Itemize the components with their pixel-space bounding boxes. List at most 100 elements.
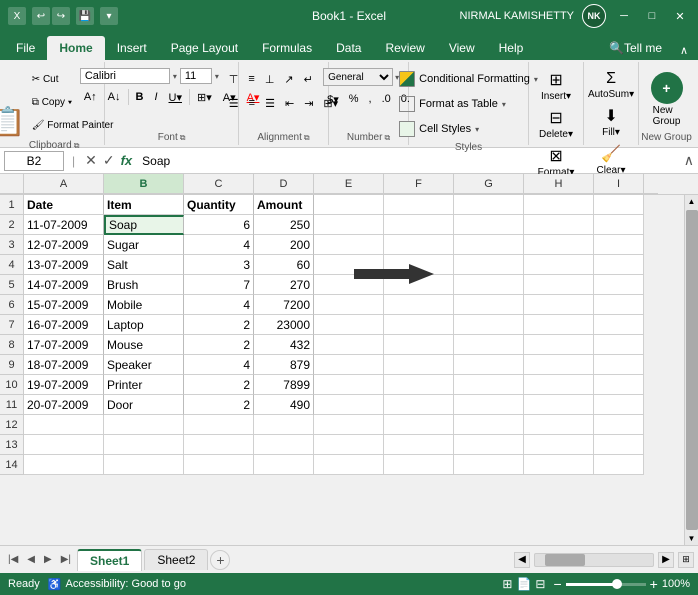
cell-I14[interactable] — [594, 455, 644, 475]
ribbon-collapse[interactable]: ∧ — [674, 40, 694, 60]
hscroll-right-button[interactable]: ▶ — [658, 552, 674, 568]
cell-A8[interactable]: 17-07-2009 — [24, 335, 104, 355]
cell-E7[interactable] — [314, 315, 384, 335]
cell-F5[interactable] — [384, 275, 454, 295]
cell-H1[interactable] — [524, 195, 594, 215]
cell-I3[interactable] — [594, 235, 644, 255]
cell-C2[interactable]: 6 — [184, 215, 254, 235]
fill-button[interactable]: ⬇ Fill▾ — [593, 104, 629, 140]
add-sheet-button[interactable]: + — [210, 550, 230, 570]
font-name-dropdown[interactable]: ▾ — [173, 72, 177, 81]
tab-data[interactable]: Data — [324, 36, 373, 60]
cell-C9[interactable]: 4 — [184, 355, 254, 375]
excel-icon[interactable]: X — [8, 7, 26, 25]
cell-C13[interactable] — [184, 435, 254, 455]
cell-C8[interactable]: 2 — [184, 335, 254, 355]
cell-B9[interactable]: Speaker — [104, 355, 184, 375]
cell-B11[interactable]: Door — [104, 395, 184, 415]
tab-file[interactable]: File — [4, 36, 47, 60]
scroll-up-button[interactable]: ▲ — [686, 195, 698, 208]
cell-D7[interactable]: 23000 — [254, 315, 314, 335]
cell-D10[interactable]: 7899 — [254, 375, 314, 395]
delete-cells-button[interactable]: ⊟ Delete▾ — [535, 106, 577, 142]
cell-D5[interactable]: 270 — [254, 275, 314, 295]
cell-B5[interactable]: Brush — [104, 275, 184, 295]
cell-F4[interactable] — [384, 255, 454, 275]
sheet-tab-sheet1[interactable]: Sheet1 — [77, 549, 142, 571]
cell-A10[interactable]: 19-07-2009 — [24, 375, 104, 395]
cell-F7[interactable] — [384, 315, 454, 335]
cell-G3[interactable] — [454, 235, 524, 255]
page-layout-button[interactable]: 📄 — [516, 577, 531, 591]
row-header-4[interactable]: 4 — [0, 255, 24, 275]
close-button[interactable]: ✕ — [670, 6, 690, 26]
cell-H2[interactable] — [524, 215, 594, 235]
confirm-formula-icon[interactable]: ✓ — [101, 152, 117, 169]
cell-B3[interactable]: Sugar — [104, 235, 184, 255]
italic-button[interactable]: I — [150, 86, 161, 108]
cell-styles-button[interactable]: Cell Styles ▾ — [393, 118, 485, 140]
cell-F10[interactable] — [384, 375, 454, 395]
border-button[interactable]: ⊞▾ — [193, 86, 216, 108]
autosum-button[interactable]: Σ AutoSum▾ — [584, 68, 638, 102]
corner-cell[interactable] — [0, 174, 24, 194]
cell-A14[interactable] — [24, 455, 104, 475]
cell-G7[interactable] — [454, 315, 524, 335]
cell-A12[interactable] — [24, 415, 104, 435]
cell-C1[interactable]: Quantity — [184, 195, 254, 215]
grid-scroll[interactable]: 1DateItemQuantityAmount211-07-2009Soap62… — [0, 195, 684, 545]
undo-button[interactable]: ↩ — [32, 7, 50, 25]
cell-A2[interactable]: 11-07-2009 — [24, 215, 104, 235]
col-header-I[interactable]: I — [594, 174, 644, 194]
cell-C4[interactable]: 3 — [184, 255, 254, 275]
cell-I11[interactable] — [594, 395, 644, 415]
cell-E9[interactable] — [314, 355, 384, 375]
row-header-10[interactable]: 10 — [0, 375, 24, 395]
number-format-select[interactable]: General — [323, 68, 393, 86]
cancel-formula-icon[interactable]: ✕ — [83, 152, 99, 169]
cell-F3[interactable] — [384, 235, 454, 255]
cell-I2[interactable] — [594, 215, 644, 235]
row-header-8[interactable]: 8 — [0, 335, 24, 355]
cell-D11[interactable]: 490 — [254, 395, 314, 415]
cell-B13[interactable] — [104, 435, 184, 455]
quick-access-save[interactable]: 💾 — [76, 7, 94, 25]
col-header-F[interactable]: F — [384, 174, 454, 194]
zoom-slider-thumb[interactable] — [612, 579, 622, 589]
cell-D2[interactable]: 250 — [254, 215, 314, 235]
conditional-formatting-button[interactable]: Conditional Formatting ▾ — [393, 68, 544, 90]
sheet-prev-button[interactable]: ◀ — [23, 552, 39, 567]
cell-C14[interactable] — [184, 455, 254, 475]
cell-D14[interactable] — [254, 455, 314, 475]
wrap-text-button[interactable]: ↵ — [300, 68, 317, 90]
cell-F11[interactable] — [384, 395, 454, 415]
font-size-dropdown[interactable]: ▾ — [215, 72, 219, 81]
clear-button[interactable]: 🧹 Clear▾ — [593, 142, 630, 178]
cell-F12[interactable] — [384, 415, 454, 435]
cell-G10[interactable] — [454, 375, 524, 395]
top-align-button[interactable]: ⊤ — [225, 68, 243, 90]
cell-C10[interactable]: 2 — [184, 375, 254, 395]
user-avatar[interactable]: NK — [582, 4, 606, 28]
cell-F6[interactable] — [384, 295, 454, 315]
cell-E13[interactable] — [314, 435, 384, 455]
cell-D1[interactable]: Amount — [254, 195, 314, 215]
cell-D9[interactable]: 879 — [254, 355, 314, 375]
cell-E1[interactable] — [314, 195, 384, 215]
row-header-13[interactable]: 13 — [0, 435, 24, 455]
cell-A1[interactable]: Date — [24, 195, 104, 215]
font-size-input[interactable] — [180, 68, 212, 84]
cell-B7[interactable]: Laptop — [104, 315, 184, 335]
cell-H13[interactable] — [524, 435, 594, 455]
tab-help[interactable]: Help — [487, 36, 536, 60]
col-header-A[interactable]: A — [24, 174, 104, 194]
name-box[interactable] — [4, 151, 64, 171]
cell-E12[interactable] — [314, 415, 384, 435]
cell-I9[interactable] — [594, 355, 644, 375]
cell-I5[interactable] — [594, 275, 644, 295]
cell-E2[interactable] — [314, 215, 384, 235]
number-expand[interactable]: ⧉ — [384, 133, 390, 143]
hscroll-thumb[interactable] — [545, 554, 585, 566]
cell-F2[interactable] — [384, 215, 454, 235]
zoom-out-button[interactable]: − — [553, 577, 561, 591]
